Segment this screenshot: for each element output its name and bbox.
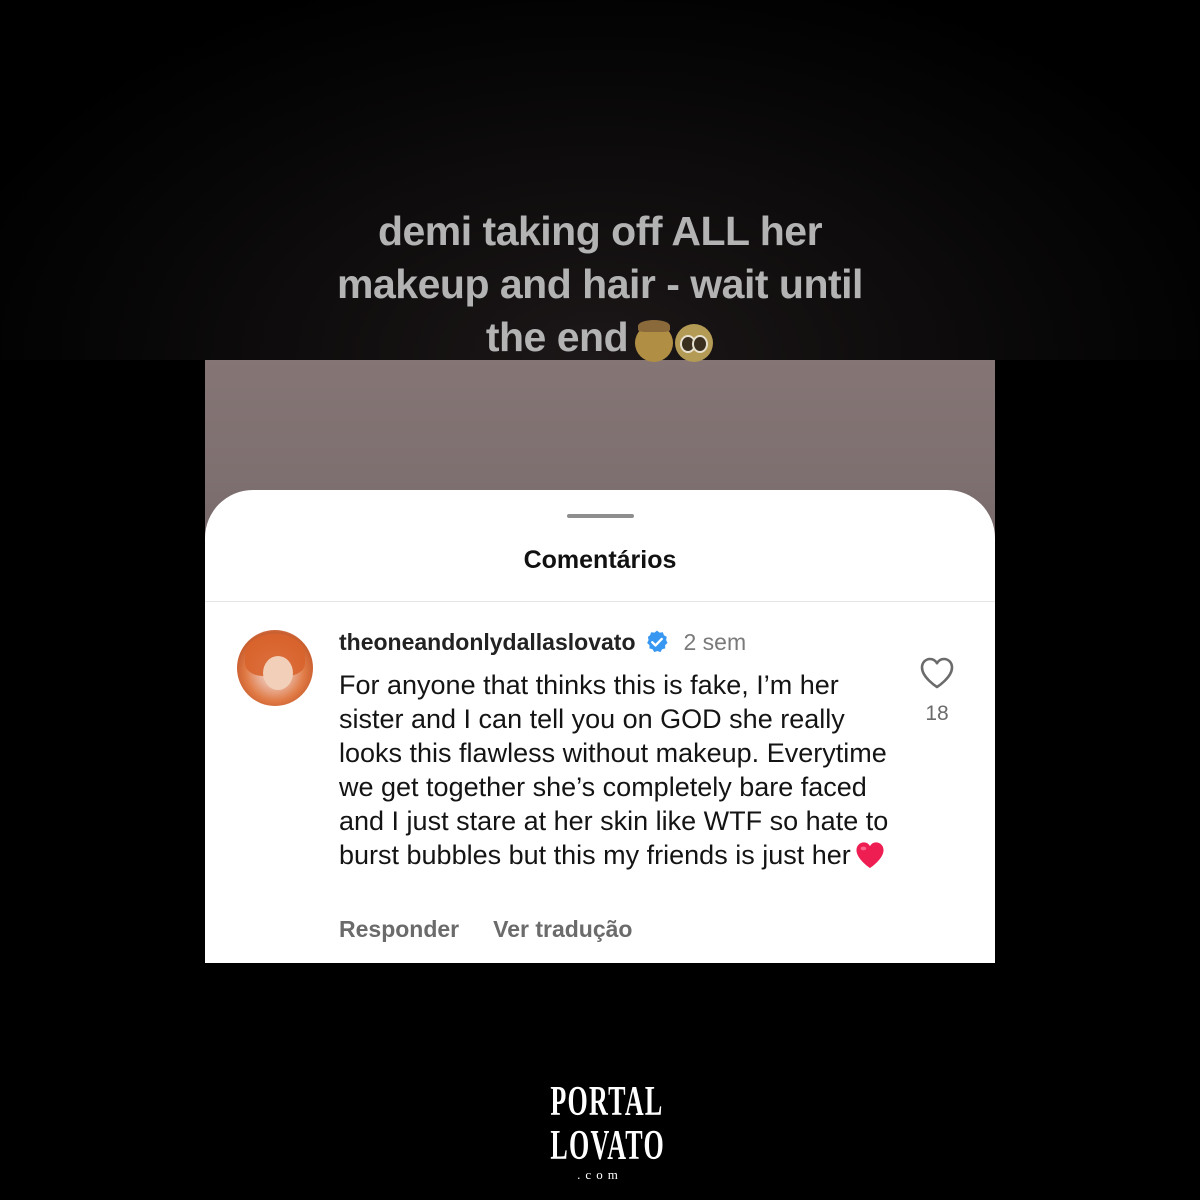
comment-text: For anyone that thinks this is fake, I’m… [339, 670, 889, 870]
red-heart-emoji-icon [856, 842, 884, 869]
logo-line-2: LOVATO [550, 1123, 665, 1169]
comment-time: 2 sem [683, 628, 747, 655]
avatar[interactable] [237, 630, 313, 706]
caption-emojis [634, 314, 714, 367]
caption-line-3: the end [250, 311, 950, 367]
pleading-face-emoji-icon [675, 323, 714, 362]
caption-line-2: makeup and hair - wait until [337, 261, 863, 307]
caption-line-1: demi taking off ALL her [377, 208, 823, 254]
comment-header: theoneandonlydallaslovato 2 sem [339, 627, 746, 657]
comment-body: For anyone that thinks this is fake, I’m… [339, 668, 899, 872]
exploding-head-emoji-icon [635, 319, 674, 362]
avatar-face [263, 656, 293, 690]
video-caption: demi taking off ALL her makeup and hair … [250, 205, 950, 367]
reply-button[interactable]: Responder [339, 916, 459, 943]
logo-line-3: .com [577, 1167, 623, 1182]
logo-line-1: PORTAL [550, 1079, 664, 1125]
comment-username[interactable]: theoneandonlydallaslovato [339, 629, 636, 656]
comments-sheet: Comentários theoneandonlydallaslovato 2 … [205, 490, 995, 963]
comments-title: Comentários [523, 546, 677, 574]
divider [205, 601, 995, 602]
heart-like-icon[interactable] [919, 656, 955, 690]
sheet-drag-handle[interactable] [567, 514, 634, 518]
caption-line-3-text: the end [485, 314, 629, 360]
see-translation-button[interactable]: Ver tradução [493, 916, 632, 943]
like-count: 18 [925, 702, 949, 725]
portal-lovato-logo: PORTAL LOVATO .com [520, 1080, 680, 1182]
comment-actions: Responder Ver tradução [339, 916, 632, 943]
verified-badge-icon [646, 630, 668, 653]
